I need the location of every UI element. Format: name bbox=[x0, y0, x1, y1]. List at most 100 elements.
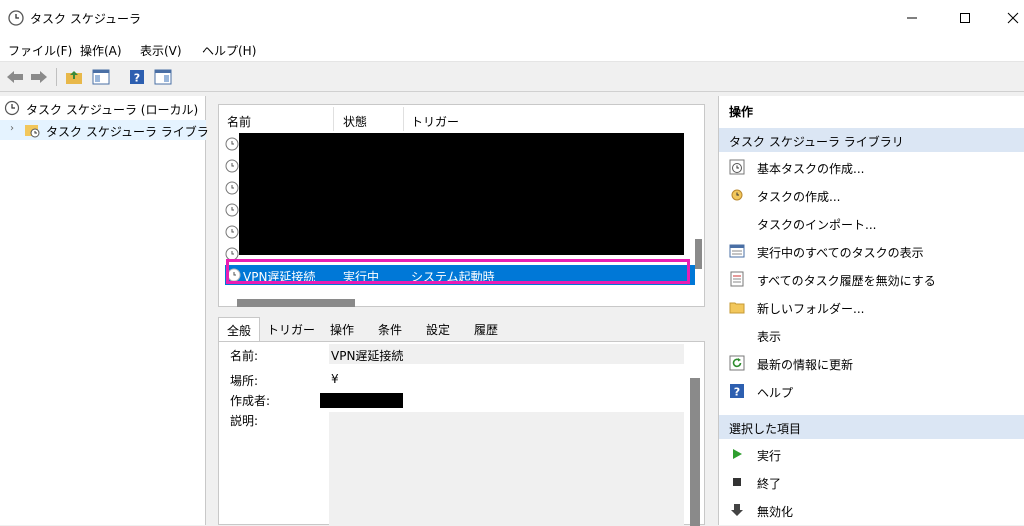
description-label: 説明: bbox=[230, 414, 259, 428]
location-label: 場所: bbox=[230, 374, 259, 388]
menu-file[interactable]: ファイル(F) bbox=[8, 42, 72, 59]
action-label: 最新の情報に更新 bbox=[757, 358, 854, 372]
action-new-folder[interactable]: 新しいフォルダー... bbox=[719, 293, 1024, 321]
vertical-scrollbar-thumb[interactable] bbox=[695, 239, 702, 269]
tree-root-label: タスク スケジューラ (ローカル) bbox=[26, 103, 199, 117]
action-label: ヘルプ bbox=[757, 386, 794, 400]
action-label: 無効化 bbox=[757, 505, 794, 519]
action-create-task[interactable]: タスクの作成... bbox=[719, 181, 1024, 209]
description-field[interactable] bbox=[329, 412, 684, 526]
minimize-button[interactable] bbox=[889, 0, 935, 36]
console-tree: タスク スケジューラ (ローカル) › タスク スケジューラ ライブラリ bbox=[0, 96, 221, 525]
action-label: 実行 bbox=[757, 449, 782, 463]
author-label: 作成者: bbox=[230, 394, 271, 408]
action-display-running-tasks[interactable]: 実行中のすべてのタスクの表示 bbox=[719, 237, 1024, 265]
forward-button[interactable] bbox=[28, 66, 50, 88]
action-pane-icon bbox=[154, 69, 172, 85]
vertical-scrollbar-thumb[interactable] bbox=[690, 378, 700, 526]
tree-item-root[interactable]: タスク スケジューラ (ローカル) bbox=[0, 98, 206, 118]
action-end[interactable]: 終了 bbox=[719, 468, 1024, 496]
redaction-block bbox=[239, 133, 684, 255]
wizard-clock-icon bbox=[729, 159, 745, 175]
section-header-selected-item[interactable]: 選択した項目 bbox=[719, 415, 1024, 439]
action-label: 実行中のすべてのタスクの表示 bbox=[757, 246, 924, 260]
general-tab-content: 名前: VPN遅延接続 場所: ¥ 作成者: 説明: bbox=[218, 341, 705, 526]
maximize-icon bbox=[960, 13, 970, 23]
action-label: すべてのタスク履歴を無効にする bbox=[757, 274, 936, 288]
down-arrow-icon bbox=[729, 502, 745, 518]
play-icon bbox=[729, 446, 745, 462]
task-detail-panel: 全般 トリガー 操作 条件 設定 履歴 名前: VPN遅延接続 場所: ¥ 作成… bbox=[218, 314, 705, 526]
action-import-task[interactable]: タスクのインポート... bbox=[719, 209, 1024, 237]
action-run[interactable]: 実行 bbox=[719, 440, 1024, 468]
action-refresh[interactable]: 最新の情報に更新 bbox=[719, 349, 1024, 377]
menu-view[interactable]: 表示(V) bbox=[140, 42, 182, 59]
new-folder-icon bbox=[729, 299, 745, 315]
tree-library-label: タスク スケジューラ ライブラリ bbox=[46, 125, 221, 139]
task-icon bbox=[225, 159, 239, 173]
action-label: 基本タスクの作成... bbox=[757, 162, 865, 176]
name-label: 名前: bbox=[230, 349, 259, 363]
minimize-icon bbox=[907, 17, 917, 19]
menu-help[interactable]: ヘルプ(H) bbox=[202, 42, 256, 59]
horizontal-scrollbar-thumb[interactable] bbox=[237, 299, 355, 307]
actions-pane: 操作 タスク スケジューラ ライブラリ 基本タスクの作成... タスクの作成..… bbox=[718, 96, 1024, 525]
clock-app-icon bbox=[8, 10, 24, 26]
tab-history[interactable]: 履歴 bbox=[466, 317, 506, 341]
forward-arrow-icon bbox=[31, 71, 47, 83]
action-help[interactable]: ? ヘルプ bbox=[719, 377, 1024, 405]
maximize-button[interactable] bbox=[942, 0, 988, 36]
tab-conditions[interactable]: 条件 bbox=[370, 317, 410, 341]
action-view[interactable]: 表示 bbox=[719, 321, 1024, 349]
help-icon: ? bbox=[130, 70, 144, 85]
task-name-field[interactable]: VPN遅延接続 bbox=[329, 344, 684, 364]
toolbar-separator bbox=[56, 68, 57, 86]
task-clock-icon bbox=[729, 187, 745, 203]
section-header-library[interactable]: タスク スケジューラ ライブラリ bbox=[719, 128, 1024, 152]
window-title: タスク スケジューラ bbox=[30, 12, 141, 26]
menu-bar: ファイル(F) 操作(A) 表示(V) ヘルプ(H) bbox=[0, 36, 1024, 62]
tree-item-library[interactable]: › タスク スケジューラ ライブラリ bbox=[0, 120, 221, 140]
back-button[interactable] bbox=[4, 66, 26, 88]
column-header-trigger[interactable]: トリガー bbox=[411, 105, 459, 133]
menu-action[interactable]: 操作(A) bbox=[80, 42, 122, 59]
tab-triggers[interactable]: トリガー bbox=[266, 317, 316, 341]
task-icon bbox=[225, 137, 239, 151]
close-icon bbox=[1007, 12, 1019, 24]
column-separator[interactable] bbox=[333, 107, 334, 131]
svg-text:?: ? bbox=[134, 72, 140, 85]
tab-actions[interactable]: 操作 bbox=[322, 317, 362, 341]
chevron-right-icon[interactable]: › bbox=[10, 123, 14, 134]
action-label: 表示 bbox=[757, 330, 782, 344]
svg-text:?: ? bbox=[734, 386, 740, 399]
column-separator[interactable] bbox=[403, 107, 404, 131]
clock-icon bbox=[4, 100, 20, 116]
show-action-pane-button[interactable] bbox=[152, 66, 174, 88]
action-create-basic-task[interactable]: 基本タスクの作成... bbox=[719, 153, 1024, 181]
action-label: 終了 bbox=[757, 477, 782, 491]
task-icon bbox=[225, 181, 239, 195]
action-label: タスクのインポート... bbox=[757, 218, 877, 232]
center-pane: 名前 状態 トリガー VPN遅延接続 実行中 システム起動時 全般 トリガー 操… bbox=[210, 96, 713, 526]
show-hide-tree-button[interactable] bbox=[90, 66, 112, 88]
toolbar: ? bbox=[0, 62, 1024, 92]
help-icon: ? bbox=[729, 383, 745, 399]
running-tasks-icon bbox=[729, 243, 745, 259]
console-tree-icon bbox=[92, 69, 110, 85]
up-folder-button[interactable] bbox=[63, 66, 85, 88]
action-disable[interactable]: 無効化 bbox=[719, 496, 1024, 524]
action-disable-history[interactable]: すべてのタスク履歴を無効にする bbox=[719, 265, 1024, 293]
action-label: 新しいフォルダー... bbox=[757, 302, 865, 316]
tab-general[interactable]: 全般 bbox=[218, 317, 260, 341]
task-icon bbox=[225, 203, 239, 217]
stop-icon bbox=[729, 474, 745, 490]
help-button[interactable]: ? bbox=[126, 66, 148, 88]
actions-header: 操作 bbox=[729, 105, 754, 119]
location-value: ¥ bbox=[329, 369, 684, 389]
tab-settings[interactable]: 設定 bbox=[418, 317, 458, 341]
selection-highlight-box bbox=[226, 259, 690, 284]
column-header-status[interactable]: 状態 bbox=[343, 105, 367, 133]
close-button[interactable] bbox=[990, 0, 1024, 36]
column-header-name[interactable]: 名前 bbox=[227, 105, 251, 133]
history-icon bbox=[729, 271, 745, 287]
